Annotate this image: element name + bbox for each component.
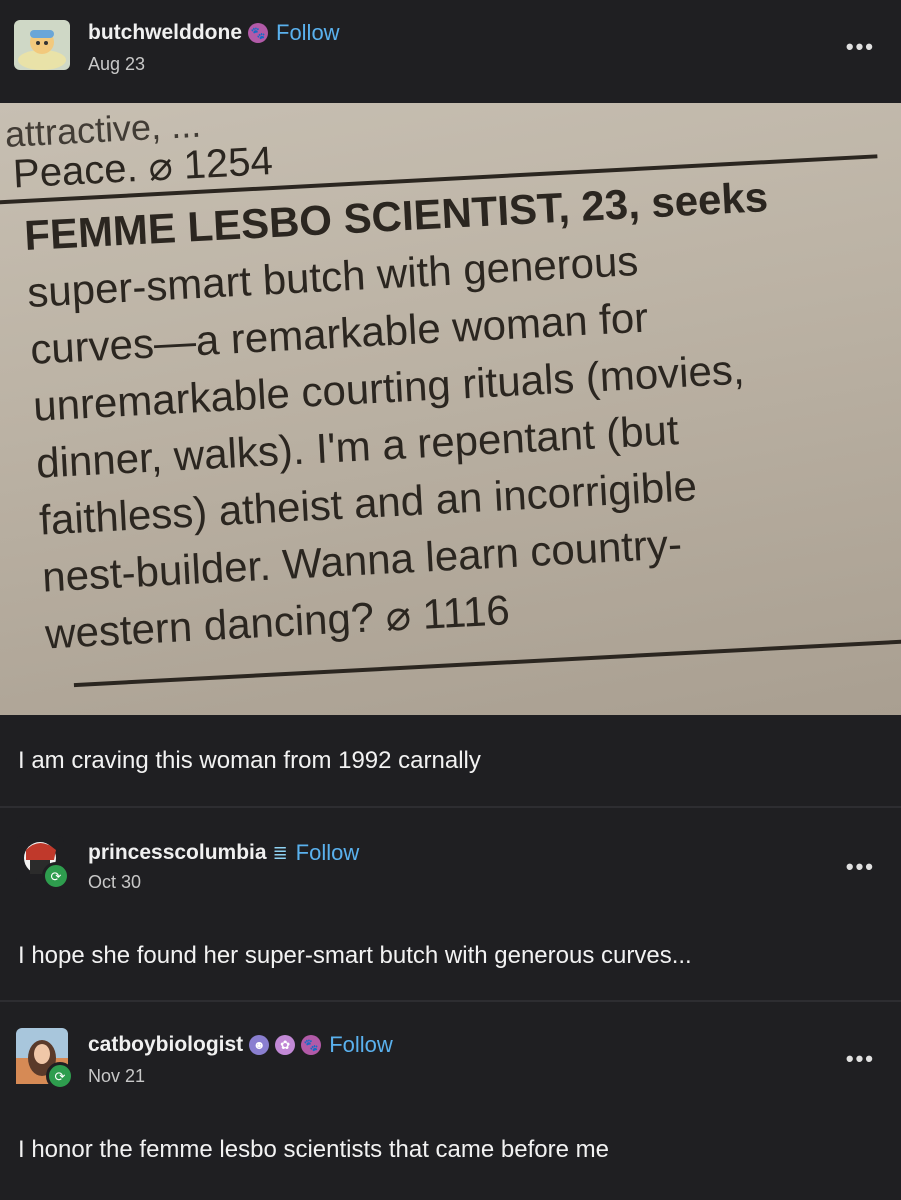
avatar[interactable]: ⟳ (16, 1028, 74, 1090)
post-date: Aug 23 (88, 54, 146, 74)
divider (0, 806, 901, 808)
reblog-comment: I honor the femme lesbo scientists that … (18, 1136, 609, 1163)
follow-button[interactable]: Follow (329, 1032, 393, 1058)
reblog-icon: ⟳ (42, 862, 70, 890)
post-photo: attractive, ... Peace. ⌀ 1254 FEMME LESB… (0, 103, 901, 715)
post-caption: I am craving this woman from 1992 carnal… (18, 747, 481, 774)
username[interactable]: princesscolumbia (88, 841, 267, 865)
personal-ad-text: FEMME LESBO SCIENTIST, 23, seeks super-s… (23, 162, 901, 662)
divider (0, 1000, 901, 1002)
more-options-button[interactable]: ••• (846, 36, 875, 58)
reblog-header: ⟳ catboybiologist ☻ ✿ 🐾 Follow Nov 21 ••… (0, 1012, 901, 1092)
post-header: butchwelddone 🐾 Follow Aug 23 ••• (0, 0, 901, 100)
username[interactable]: butchwelddone (88, 21, 242, 45)
paw-badge-icon: 🐾 (248, 23, 268, 43)
username[interactable]: catboybiologist (88, 1033, 243, 1057)
avatar[interactable] (14, 20, 70, 70)
reblog-date: Nov 21 (88, 1066, 146, 1086)
badge-icon: ☻ (249, 1035, 270, 1055)
paw-badge-icon: 🐾 (301, 1035, 322, 1055)
reblog-icon: ⟳ (46, 1062, 74, 1090)
badge-icon: ✿ (275, 1035, 296, 1055)
follow-button[interactable]: Follow (296, 840, 360, 866)
more-options-button[interactable]: ••• (846, 1048, 875, 1070)
follow-button[interactable]: Follow (276, 20, 340, 46)
badge-icon: ≣ (272, 842, 288, 863)
more-options-button[interactable]: ••• (846, 856, 875, 878)
reblog-comment: I hope she found her super-smart butch w… (18, 942, 692, 969)
reblog-header: ⟳ princesscolumbia ≣ Follow Oct 30 ••• (0, 818, 901, 898)
reblog-date: Oct 30 (88, 872, 142, 892)
avatar[interactable]: ⟳ (16, 836, 70, 890)
avatar-image-icon (14, 20, 70, 70)
